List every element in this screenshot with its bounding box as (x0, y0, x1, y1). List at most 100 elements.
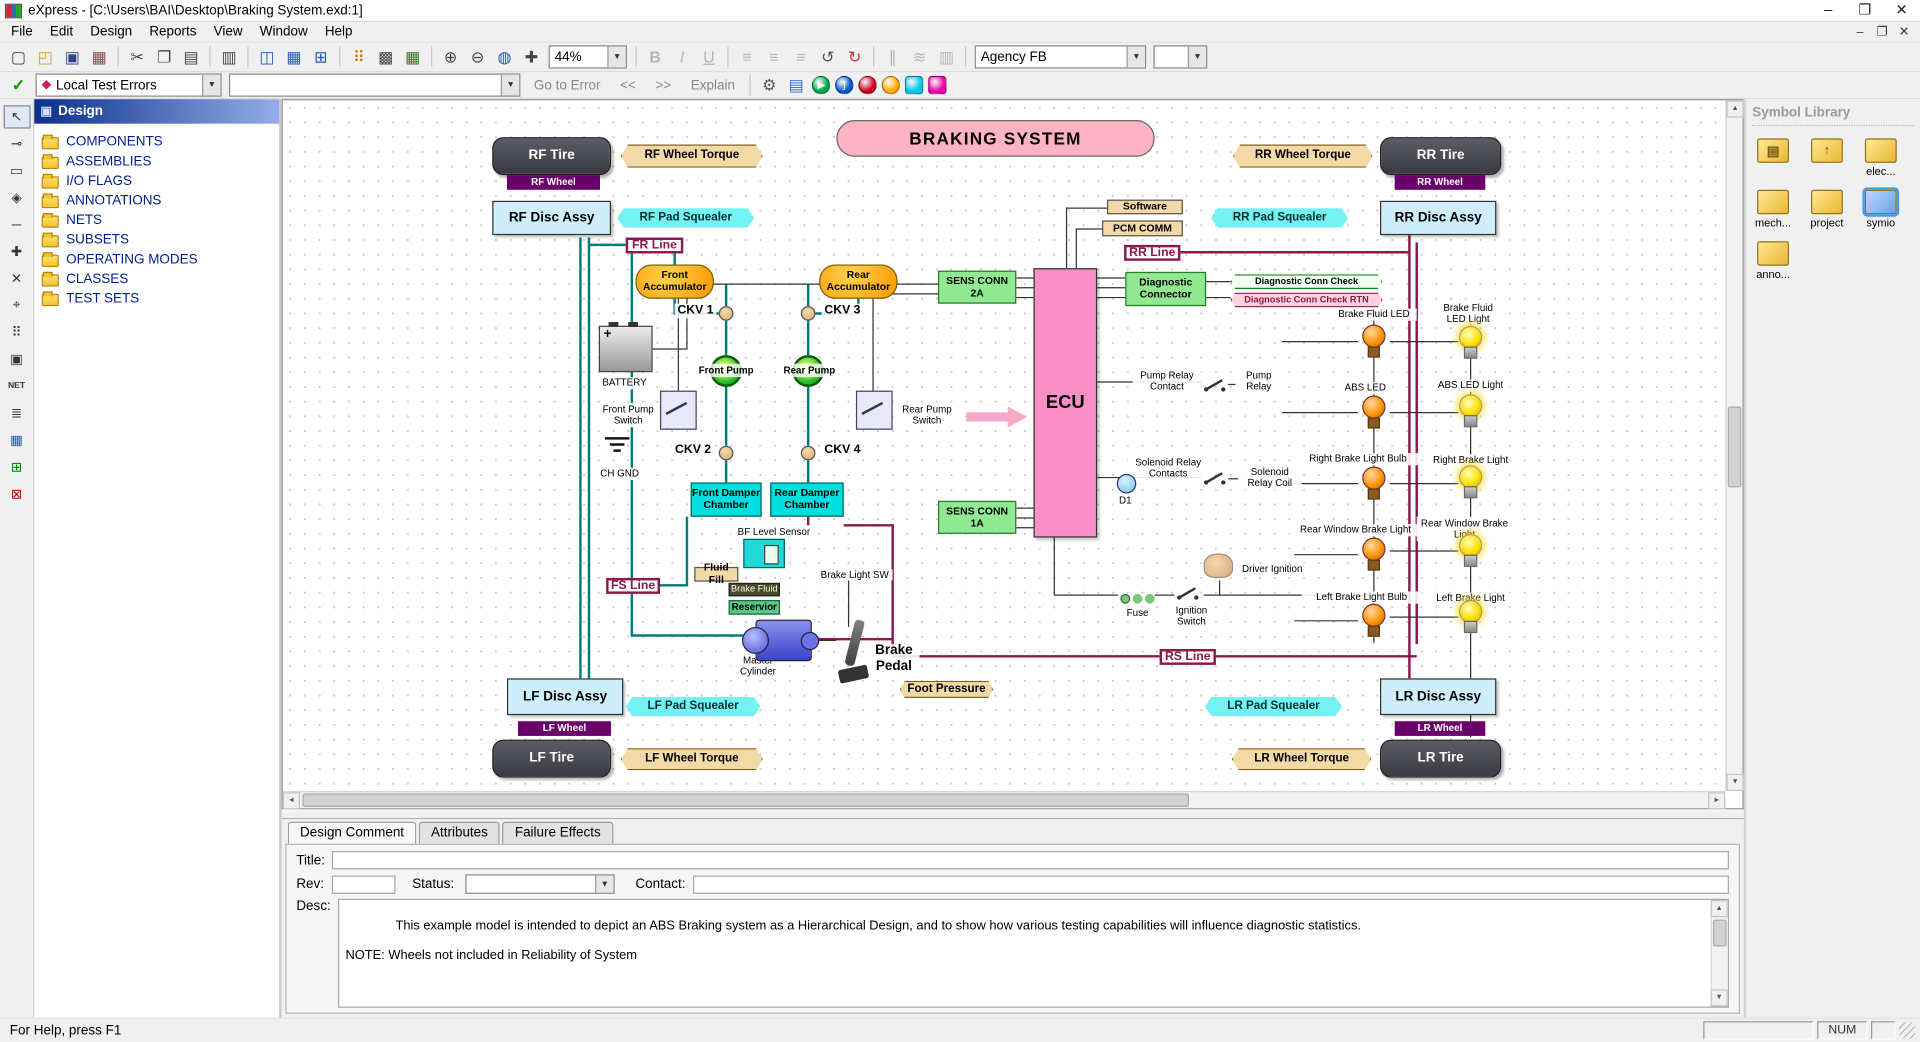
node-ckv-4[interactable]: CKV 4 (822, 443, 864, 458)
node-brake-pedal[interactable]: Brake Pedal (868, 644, 919, 673)
maximize-button[interactable]: ❐ (1847, 0, 1884, 21)
open-file-icon[interactable]: ◰ (32, 45, 59, 69)
globe-icon[interactable]: ◍ (491, 45, 518, 69)
solenoid-relay-contact-symbol[interactable] (1201, 470, 1228, 487)
node-software[interactable]: Software (1107, 200, 1183, 215)
dropdown-arrow-icon[interactable]: ▼ (607, 47, 625, 68)
ckv1-valve[interactable] (719, 306, 734, 321)
abs-led-light-bulb[interactable] (1458, 394, 1482, 428)
zoom-out-icon[interactable]: ⊖ (464, 45, 491, 69)
hydraulic-flow-arrow[interactable] (966, 407, 1027, 428)
rear-window-brake-light-symbol[interactable] (1358, 536, 1390, 573)
distribute-h-icon[interactable]: ∥ (879, 45, 906, 69)
rear-pump-switch-symbol[interactable] (856, 391, 893, 430)
scroll-up-icon[interactable]: ▲ (1711, 900, 1728, 917)
node-diagnostic-connector[interactable]: Diagnostic Connector (1125, 272, 1206, 306)
probe-tool[interactable]: ⌖ (3, 294, 30, 317)
node-rear-pump[interactable]: Rear Pump (778, 364, 842, 377)
d1-diode-symbol[interactable] (1117, 474, 1137, 494)
node-lf-disc-assy[interactable]: LF Disc Assy (507, 678, 623, 715)
hierarchy-view-icon[interactable]: ⠿ (345, 45, 372, 69)
node-foot-pressure[interactable]: Foot Pressure (900, 681, 993, 698)
node-solenoid-relay-contacts[interactable]: Solenoid Relay Contacts (1128, 456, 1209, 480)
node-bf-level-sensor[interactable]: BF Level Sensor (731, 527, 817, 538)
crosspoint-tool[interactable]: ✚ (3, 240, 30, 263)
grid-view-icon[interactable]: ⊞ (307, 45, 334, 69)
fuse-symbol[interactable] (1118, 590, 1155, 605)
node-front-pump-switch[interactable]: Front Pump Switch (596, 403, 660, 427)
node-lr-disc-assy[interactable]: LR Disc Assy (1380, 678, 1496, 715)
node-pcm-comm[interactable]: PCM COMM (1102, 220, 1183, 236)
warn-test-yellow-icon[interactable] (882, 76, 900, 94)
vertical-scroll-thumb[interactable] (1728, 407, 1741, 488)
node-solenoid-relay-coil[interactable]: Solenoid Relay Coil (1238, 465, 1302, 489)
library-folder-symio[interactable]: symio (1860, 190, 1902, 229)
node-rs-line[interactable]: RS Line (1160, 649, 1216, 665)
rotate-left-icon[interactable]: ↺ (814, 45, 841, 69)
block-tool[interactable]: ▣ (3, 348, 30, 371)
prev-error-button[interactable]: << (610, 75, 645, 95)
left-brake-light-bulb[interactable] (1458, 600, 1482, 634)
node-rear-accumulator[interactable]: Rear Accumulator (819, 264, 897, 298)
node-reservior[interactable]: Reservior (729, 600, 780, 615)
node-ch-gnd[interactable]: CH GND (594, 468, 645, 480)
delete-net-tool[interactable]: ✕ (3, 267, 30, 290)
matrix-tool[interactable]: ⠿ (3, 321, 30, 344)
node-abs-led-light[interactable]: ABS LED Light (1431, 380, 1509, 392)
panel-splitter[interactable] (282, 809, 1744, 819)
canvas-horizontal-scrollbar[interactable]: ◄ ► (283, 791, 1725, 808)
node-brake-fluid[interactable]: Brake Fluid (729, 583, 780, 596)
node-brake-fluid-led[interactable]: Brake Fluid LED (1331, 309, 1417, 321)
menu-reports[interactable]: Reports (141, 23, 205, 40)
align-left-icon[interactable]: ≡ (733, 45, 760, 69)
horizontal-scroll-thumb[interactable] (302, 793, 1189, 806)
ckv2-valve[interactable] (719, 446, 734, 461)
table-view-icon[interactable]: ▦ (280, 45, 307, 69)
close-button[interactable]: ✕ (1883, 0, 1920, 21)
brake-fluid-led-light-bulb[interactable] (1458, 326, 1482, 360)
error-search-combo[interactable]: ▼ (229, 73, 520, 96)
node-ckv-1[interactable]: CKV 1 (675, 304, 717, 319)
space-evenly-icon[interactable]: ▥ (933, 45, 960, 69)
bus-tool[interactable]: ≣ (3, 402, 30, 425)
child-restore-button[interactable]: ❐ (1871, 25, 1893, 38)
node-sens-conn-1a[interactable]: SENS CONN 1A (938, 501, 1016, 534)
print-icon[interactable]: ▥ (216, 45, 243, 69)
node-lf-wheel[interactable]: LF Wheel (518, 721, 611, 736)
node-rf-disc-assy[interactable]: RF Disc Assy (492, 201, 611, 235)
size-combo[interactable]: ▼ (1153, 45, 1207, 68)
diagram-title[interactable]: BRAKING SYSTEM (836, 120, 1154, 157)
resize-grip-icon[interactable] (1899, 1022, 1915, 1038)
ckv3-valve[interactable] (801, 306, 816, 321)
sidebar-item-components[interactable]: COMPONENTS (42, 132, 272, 152)
sidebar-item-annotations[interactable]: ANNOTATIONS (42, 191, 272, 211)
minimize-button[interactable]: – (1810, 0, 1847, 21)
node-rf-wheel[interactable]: RF Wheel (507, 175, 600, 190)
font-combo[interactable]: Agency FB▼ (975, 45, 1146, 68)
add-block-tool[interactable]: ⊞ (3, 456, 30, 479)
node-lf-pad-squealer[interactable]: LF Pad Squealer (626, 697, 761, 717)
sidebar-item-test-sets[interactable]: TEST SETS (42, 289, 272, 309)
node-front-pump[interactable]: Front Pump (692, 364, 761, 377)
grid-tool[interactable]: ▦ (3, 429, 30, 452)
copy-icon[interactable]: ❐ (151, 45, 178, 69)
align-right-icon[interactable]: ≡ (787, 45, 814, 69)
node-d1[interactable]: D1 (1113, 495, 1137, 506)
node-abs-led[interactable]: ABS LED (1338, 382, 1392, 394)
rev-input[interactable] (331, 875, 395, 893)
new-file-icon[interactable]: ▢ (5, 45, 32, 69)
desc-scroll-thumb[interactable] (1713, 920, 1726, 947)
select-tool[interactable]: ↖ (3, 105, 30, 128)
align-center-icon[interactable]: ≡ (760, 45, 787, 69)
master-cylinder-symbol[interactable] (756, 620, 812, 662)
scroll-right-icon[interactable]: ► (1708, 792, 1725, 809)
line-tool[interactable]: ─ (3, 213, 30, 236)
dropdown-arrow-icon[interactable]: ▼ (1188, 47, 1206, 68)
node-ignition-switch[interactable]: Ignition Switch (1169, 605, 1213, 627)
save-icon[interactable]: ▣ (59, 45, 86, 69)
run-test-green-icon[interactable]: ▶ (812, 76, 830, 94)
dot-grid-icon[interactable]: ▩ (372, 45, 399, 69)
zoom-fit-icon[interactable]: ✚ (518, 45, 545, 69)
node-rf-pad-squealer[interactable]: RF Pad Squealer (617, 208, 754, 228)
net-label-tool[interactable]: NET (3, 375, 30, 398)
